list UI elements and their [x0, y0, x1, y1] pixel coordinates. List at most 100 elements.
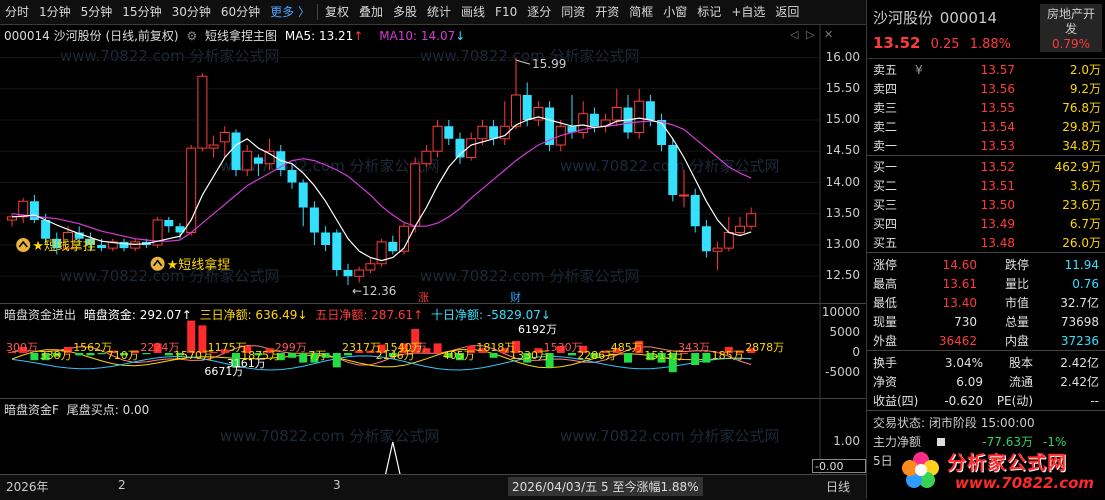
stat-key: 最低	[873, 296, 898, 310]
f10-button[interactable]: F10	[490, 0, 522, 24]
candle-body	[634, 100, 645, 133]
indicator1-field-3: 十日净额: -5829.07↓	[431, 308, 551, 322]
trade-status-label: 交易状态:	[873, 416, 926, 430]
candle-body	[432, 125, 443, 152]
indicator1-tick: 5000	[829, 325, 860, 339]
stat-row[interactable]: 涨停 14.60 跌停 11.94	[867, 255, 1105, 274]
stat-value: 2.42亿	[1060, 356, 1099, 370]
huaxian-button[interactable]: 画线	[456, 0, 490, 24]
bid-price: 13.52	[980, 159, 1015, 174]
tab-fenshi[interactable]: 分时	[0, 0, 34, 24]
bid-row[interactable]: 买三 13.50 23.6万	[867, 195, 1105, 214]
sector-box[interactable]: 房地产开发 0.79%	[1040, 4, 1102, 52]
bid-label: 买一	[873, 160, 898, 174]
ask-row[interactable]: 卖一 13.53 34.8万	[867, 136, 1105, 155]
stat-value: -0.620	[944, 393, 983, 408]
candle-body	[668, 145, 678, 195]
price-tick: 12.50	[825, 268, 860, 283]
indicator1-name[interactable]: 暗盘资金进出	[4, 308, 76, 322]
stat-key: 最高	[873, 277, 898, 291]
indicator1-noise-label: 300万	[6, 341, 38, 354]
quote-stats: 涨停 14.60 跌停 11.94 最高 13.61 量比 0.76 最低 13.40 市值 32.7…	[867, 253, 1105, 351]
signal-icon	[16, 238, 31, 252]
current-price: 13.52	[873, 34, 921, 52]
xiaochuang-button[interactable]: 小窗	[658, 0, 692, 24]
time-axis-month-2: 2	[118, 478, 126, 492]
candle-body	[690, 195, 700, 227]
tongzi-button[interactable]: 同资	[556, 0, 590, 24]
period-label[interactable]: 日线	[826, 478, 850, 495]
candle-body	[253, 157, 263, 164]
indicator2-name[interactable]: 暗盘资金F	[4, 403, 59, 417]
candle-body	[421, 150, 432, 165]
stat-value: 36462	[938, 333, 977, 348]
fuquan-button[interactable]: 复权	[320, 0, 354, 24]
gear-icon[interactable]: ⚙	[186, 29, 197, 43]
logo: 分析家公式网 www.70822.com	[895, 444, 1105, 496]
ask-row[interactable]: 卖二 13.54 29.8万	[867, 117, 1105, 136]
stat-key: 内盘	[1004, 334, 1029, 348]
indicator1-noise-label: 710万	[107, 349, 139, 362]
stat-row[interactable]: 现量 730 总量 73698	[867, 312, 1105, 331]
indicator-name[interactable]: 短线拿捏主图	[205, 29, 277, 43]
candle-body	[231, 132, 241, 170]
stat-value: --	[1090, 393, 1099, 408]
ask-row[interactable]: 卖四 13.56 9.2万	[867, 79, 1105, 98]
bid-book: 买一 13.52 462.9万 买二 13.51 3.6万 买三 13.50 23.6万 买四 13…	[867, 156, 1105, 253]
ask-price: 13.55	[980, 100, 1015, 115]
ma10-line	[11, 120, 752, 242]
candle-body	[701, 226, 711, 252]
candle-body	[611, 107, 622, 121]
duogu-button[interactable]: 多股	[388, 0, 422, 24]
price-tick: 13.00	[825, 237, 860, 251]
tab-30min[interactable]: 30分钟	[167, 0, 216, 24]
candle-body	[29, 201, 39, 220]
stat-row[interactable]: 收益(四) -0.620 PE(动) --	[867, 391, 1105, 410]
add-watchlist-button[interactable]: +自选	[726, 0, 770, 24]
kaizi-button[interactable]: 开资	[590, 0, 624, 24]
indicator1-bar	[624, 353, 632, 363]
bid-row[interactable]: 买二 13.51 3.6万	[867, 176, 1105, 195]
candle-body	[388, 241, 398, 252]
stat-row[interactable]: 净资 6.09 流通 2.42亿	[867, 372, 1105, 391]
stat-row[interactable]: 外盘 36462 内盘 37236	[867, 331, 1105, 350]
ask-row[interactable]: 卖五 ¥13.57 2.0万	[867, 60, 1105, 79]
candle-body	[309, 207, 319, 233]
tab-5min[interactable]: 5分钟	[76, 0, 118, 24]
jiankuang-button[interactable]: 简框	[624, 0, 658, 24]
tongji-button[interactable]: 统计	[422, 0, 456, 24]
more-button[interactable]: 更多 〉	[265, 0, 315, 24]
candle-body	[332, 232, 342, 270]
zhufen-button[interactable]: 逐分	[522, 0, 556, 24]
indicator1-tick: -5000	[825, 365, 860, 379]
tab-1min[interactable]: 1分钟	[34, 0, 76, 24]
ask-row[interactable]: 卖三 13.55 76.8万	[867, 98, 1105, 117]
ask-volume: 29.8万	[1062, 120, 1101, 134]
indicator1-noise-label: 299万	[275, 341, 307, 354]
bid-volume: 26.0万	[1062, 236, 1101, 250]
stat-row[interactable]: 最低 13.40 市值 32.7亿	[867, 293, 1105, 312]
tab-15min[interactable]: 15分钟	[117, 0, 166, 24]
ma5-up-arrow-icon: ↑	[353, 29, 364, 43]
stat-value: 6.09	[956, 374, 983, 389]
stat-key: 外盘	[873, 334, 898, 348]
bid-row[interactable]: 买五 13.48 26.0万	[867, 233, 1105, 252]
stat-row[interactable]: 换手 3.04% 股本 2.42亿	[867, 353, 1105, 372]
ask-price: 13.56	[980, 81, 1015, 96]
price-tick: 15.00	[825, 112, 860, 126]
stat-row[interactable]: 最高 13.61 量比 0.76	[867, 274, 1105, 293]
biaoji-button[interactable]: 标记	[692, 0, 726, 24]
candle-body	[7, 216, 17, 221]
indicator1-tick: 10000	[821, 305, 860, 319]
bid-row[interactable]: 买一 13.52 462.9万	[867, 157, 1105, 176]
tab-60min[interactable]: 60分钟	[216, 0, 265, 24]
sector-change: 0.79%	[1051, 37, 1091, 51]
bid-row[interactable]: 买四 13.49 6.7万	[867, 214, 1105, 233]
back-button[interactable]: 返回	[770, 0, 804, 24]
candle-body	[298, 182, 308, 208]
indicator1-noise-label: 338万	[40, 349, 72, 362]
diejia-button[interactable]: 叠加	[354, 0, 388, 24]
stat-key: 收益(四)	[873, 394, 919, 408]
indicator2-tick: 1.00	[833, 434, 860, 448]
indicator1-label: 6192万	[518, 323, 557, 336]
